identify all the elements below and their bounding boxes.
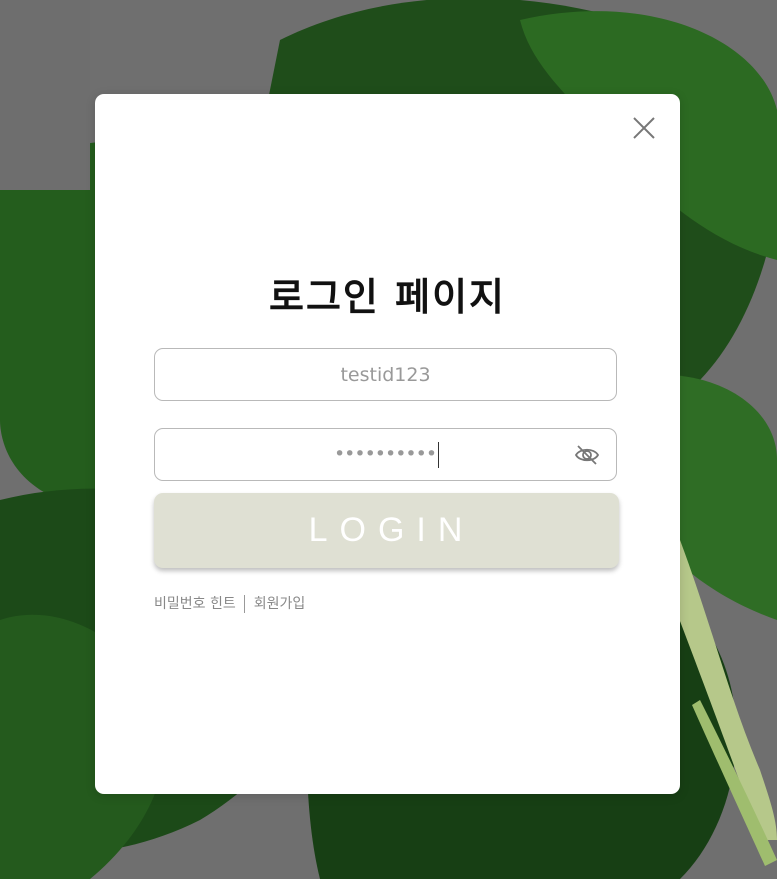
eye-off-icon bbox=[574, 445, 600, 465]
login-button[interactable]: LOGIN bbox=[154, 493, 619, 568]
password-masked-value: •••••••••• bbox=[333, 443, 437, 465]
password-hint-link[interactable]: 비밀번호 힌트 bbox=[154, 596, 236, 612]
id-field[interactable] bbox=[154, 348, 617, 401]
password-input[interactable]: •••••••••• bbox=[155, 429, 618, 480]
login-modal: 로그인 페이지 •••••••••• LOGIN 비밀번호 힌트 회원가입 bbox=[95, 94, 680, 794]
close-button[interactable] bbox=[630, 114, 658, 142]
close-icon bbox=[633, 117, 655, 139]
page-title: 로그인 페이지 bbox=[269, 275, 506, 319]
signup-link[interactable]: 회원가입 bbox=[254, 596, 306, 612]
toggle-password-visibility-button[interactable] bbox=[573, 441, 601, 469]
link-divider bbox=[243, 595, 245, 613]
password-field[interactable]: •••••••••• bbox=[154, 428, 617, 481]
footer-links: 비밀번호 힌트 회원가입 bbox=[154, 594, 305, 614]
text-caret bbox=[438, 441, 440, 468]
id-input[interactable] bbox=[155, 349, 616, 400]
